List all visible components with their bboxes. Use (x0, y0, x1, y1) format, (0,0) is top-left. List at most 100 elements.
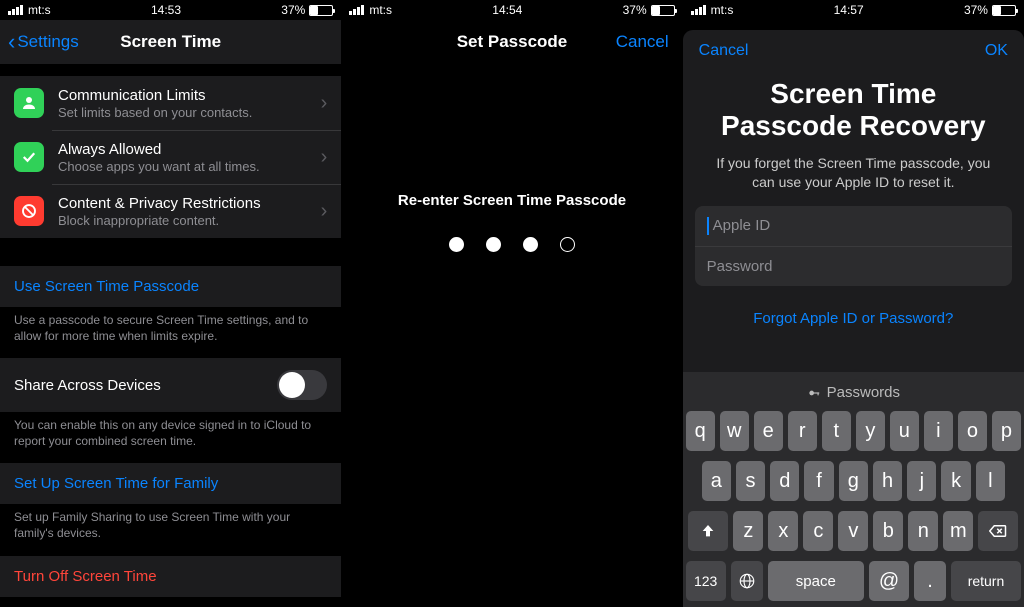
item-content-privacy[interactable]: Content & Privacy Restrictions Block ina… (0, 184, 341, 238)
key-n[interactable]: n (908, 511, 938, 551)
battery-pct: 37% (281, 3, 305, 17)
family-footer: Set up Family Sharing to use Screen Time… (0, 504, 341, 555)
turn-off-button[interactable]: Turn Off Screen Time (0, 556, 341, 597)
return-key[interactable]: return (951, 561, 1021, 601)
signal-icon (349, 5, 364, 15)
passcode-dot (449, 237, 464, 252)
item-sub: Set limits based on your contacts. (58, 105, 307, 120)
share-devices-row: Share Across Devices (0, 358, 341, 412)
back-button[interactable]: ‹ Settings (8, 31, 79, 53)
page-title: Set Passcode (457, 32, 568, 52)
keyboard-suggestion-bar[interactable]: Passwords (686, 378, 1021, 411)
key-p[interactable]: p (992, 411, 1021, 451)
clock: 14:54 (492, 3, 522, 17)
numeric-key[interactable]: 123 (686, 561, 726, 601)
status-bar: mt:s 14:57 37% (683, 0, 1024, 20)
passcode-dots (449, 237, 575, 252)
forgot-link[interactable]: Forgot Apple ID or Password? (683, 286, 1024, 351)
item-sub: Choose apps you want at all times. (58, 159, 307, 174)
key-m[interactable]: m (943, 511, 973, 551)
key-z[interactable]: z (733, 511, 763, 551)
item-always-allowed[interactable]: Always Allowed Choose apps you want at a… (0, 130, 341, 184)
credential-fields: Apple ID Password (695, 206, 1012, 286)
key-w[interactable]: w (720, 411, 749, 451)
keyboard: Passwords qwertyuiop asdfghjkl zxcvbnm 1… (683, 372, 1024, 607)
battery-icon (651, 5, 675, 16)
key-f[interactable]: f (804, 461, 833, 501)
checkmark-icon (14, 142, 44, 172)
use-passcode-button[interactable]: Use Screen Time Passcode (0, 266, 341, 307)
item-title: Content & Privacy Restrictions (58, 195, 307, 212)
block-icon (14, 196, 44, 226)
key-o[interactable]: o (958, 411, 987, 451)
battery-pct: 37% (623, 3, 647, 17)
chevron-right-icon: › (321, 200, 328, 223)
key-b[interactable]: b (873, 511, 903, 551)
text-cursor (707, 217, 709, 235)
cancel-button[interactable]: Cancel (616, 32, 669, 52)
back-label: Settings (17, 32, 78, 52)
passcode-dot (486, 237, 501, 252)
globe-key[interactable] (731, 561, 763, 601)
key-h[interactable]: h (873, 461, 902, 501)
shift-key[interactable] (688, 511, 728, 551)
key-s[interactable]: s (736, 461, 765, 501)
passcode-dot (523, 237, 538, 252)
key-y[interactable]: y (856, 411, 885, 451)
key-x[interactable]: x (768, 511, 798, 551)
keyboard-row-2: asdfghjkl (686, 461, 1021, 501)
sheet-nav-bar: Cancel OK (683, 30, 1024, 72)
status-bar: mt:s 14:53 37% (0, 0, 341, 20)
item-title: Communication Limits (58, 87, 307, 104)
backspace-key[interactable] (978, 511, 1018, 551)
share-footer: You can enable this on any device signed… (0, 412, 341, 463)
share-label: Share Across Devices (14, 377, 161, 394)
space-key[interactable]: space (768, 561, 864, 601)
item-sub: Block inappropriate content. (58, 213, 307, 228)
passcode-prompt: Re-enter Screen Time Passcode (398, 192, 626, 209)
key-c[interactable]: c (803, 511, 833, 551)
key-r[interactable]: r (788, 411, 817, 451)
apple-id-field[interactable]: Apple ID (695, 206, 1012, 246)
item-communication-limits[interactable]: Communication Limits Set limits based on… (0, 76, 341, 130)
key-t[interactable]: t (822, 411, 851, 451)
nav-bar: ‹ Settings Screen Time (0, 20, 341, 64)
contact-icon (14, 88, 44, 118)
family-button[interactable]: Set Up Screen Time for Family (0, 463, 341, 504)
key-a[interactable]: a (702, 461, 731, 501)
password-field[interactable]: Password (695, 246, 1012, 286)
key-e[interactable]: e (754, 411, 783, 451)
carrier-label: mt:s (28, 3, 51, 17)
battery-pct: 37% (964, 3, 988, 17)
key-u[interactable]: u (890, 411, 919, 451)
key-d[interactable]: d (770, 461, 799, 501)
phone-recovery: mt:s 14:57 37% Cancel OK Screen Time Pas… (683, 0, 1024, 607)
passcode-dot (560, 237, 575, 252)
key-i[interactable]: i (924, 411, 953, 451)
passcode-footer: Use a passcode to secure Screen Time set… (0, 307, 341, 358)
item-title: Always Allowed (58, 141, 307, 158)
share-toggle[interactable] (277, 370, 327, 400)
at-key[interactable]: @ (869, 561, 909, 601)
settings-list: Communication Limits Set limits based on… (0, 76, 341, 238)
carrier-label: mt:s (369, 3, 392, 17)
key-v[interactable]: v (838, 511, 868, 551)
keyboard-row-bottom: 123 space @ . return (686, 561, 1021, 601)
key-g[interactable]: g (839, 461, 868, 501)
keyboard-row-1: qwertyuiop (686, 411, 1021, 451)
chevron-right-icon: › (321, 146, 328, 169)
key-q[interactable]: q (686, 411, 715, 451)
recovery-sheet: Cancel OK Screen Time Passcode Recovery … (683, 30, 1024, 607)
clock: 14:57 (834, 3, 864, 17)
ok-button[interactable]: OK (985, 42, 1008, 60)
battery-icon (992, 5, 1016, 16)
key-icon (807, 386, 821, 400)
key-j[interactable]: j (907, 461, 936, 501)
key-k[interactable]: k (941, 461, 970, 501)
cancel-button[interactable]: Cancel (699, 42, 749, 60)
battery-icon (309, 5, 333, 16)
chevron-right-icon: › (321, 92, 328, 115)
key-l[interactable]: l (976, 461, 1005, 501)
nav-bar: Set Passcode Cancel (341, 20, 682, 64)
dot-key[interactable]: . (914, 561, 946, 601)
